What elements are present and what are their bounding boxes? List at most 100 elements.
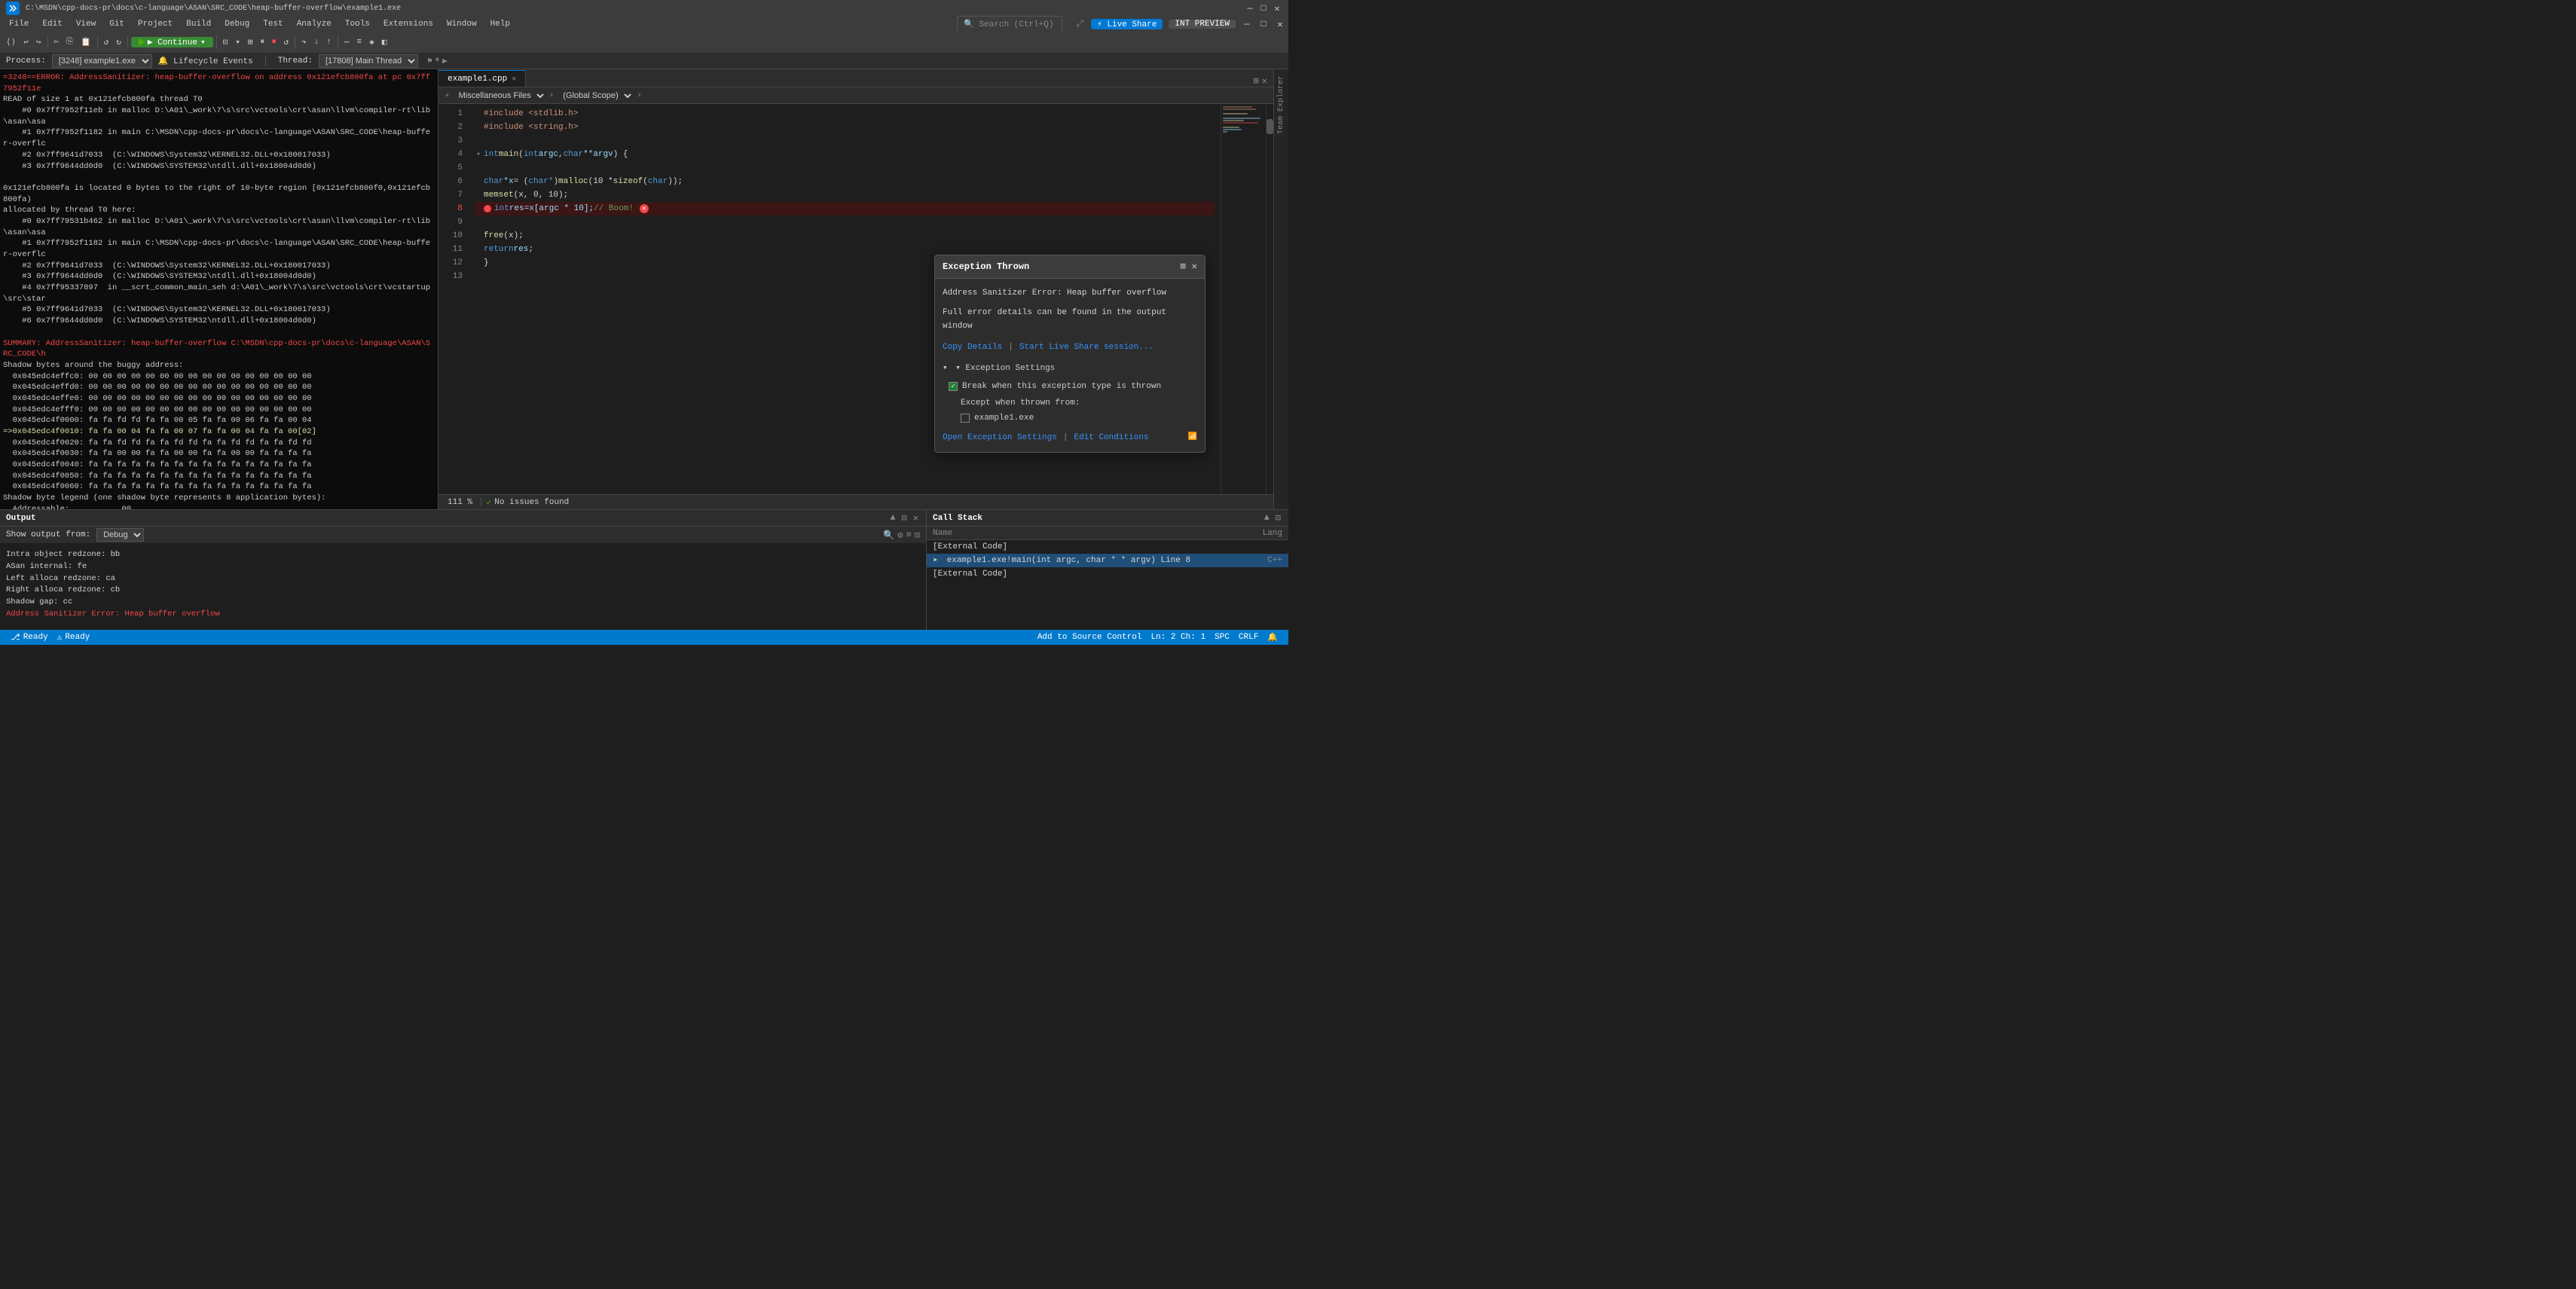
pause-thread-icon[interactable]: ⏸ (435, 56, 440, 66)
exception-close-button[interactable]: ✕ (1192, 260, 1197, 273)
toolbar-btn-redo[interactable]: ↻ (113, 34, 124, 50)
exception-checkbox-1[interactable]: ✓ (949, 382, 958, 391)
search-box[interactable]: 🔍 Search (Ctrl+Q) (957, 16, 1062, 32)
breadcrumb-files-select[interactable]: Miscellaneous Files (453, 89, 546, 102)
cs-row-external-1[interactable]: [External Code] (927, 540, 1288, 554)
output-action-2[interactable]: ⚙ (897, 530, 903, 541)
toolbar-debug-2[interactable]: ⊞ (245, 34, 256, 50)
menu-tools[interactable]: Tools (339, 17, 376, 32)
toolbar-btn-undo[interactable]: ↺ (101, 34, 112, 50)
live-share-button[interactable]: ⚡ Live Share (1091, 19, 1163, 29)
output-source-select[interactable]: Debug (96, 528, 144, 542)
toolbar-btn-cut[interactable]: ✂ (51, 34, 63, 50)
toolbar-restart[interactable]: ↺ (280, 34, 292, 50)
menu-project[interactable]: Project (132, 17, 179, 32)
vertical-scrollbar[interactable] (1266, 104, 1273, 494)
menu-test[interactable]: Test (257, 17, 289, 32)
output-panel-close[interactable]: ✕ (912, 512, 920, 524)
output-content[interactable]: Intra object redzone: bb ASan internal: … (0, 546, 926, 630)
team-explorer-tab[interactable]: Team Explorer (1276, 69, 1287, 140)
call-stack-btn-2[interactable]: ⊡ (1274, 512, 1282, 524)
zoom-level[interactable]: 111 % (445, 498, 475, 507)
toolbar-step-into[interactable]: ↓ (311, 34, 322, 50)
status-source-control[interactable]: ⎇ Ready (6, 632, 53, 643)
settings-chevron-icon[interactable]: ▾ (943, 364, 948, 373)
status-crlf[interactable]: CRLF (1234, 632, 1263, 643)
menu-window[interactable]: Window (441, 17, 483, 32)
toolbar-extra-1[interactable]: ⋯ (341, 34, 353, 50)
minimap-content (1221, 104, 1266, 135)
tab-close-button[interactable]: ✕ (512, 75, 516, 84)
output-panel-btn-1[interactable]: ▲ (888, 512, 897, 524)
start-live-share-link[interactable]: Start Live Share session... (1019, 341, 1154, 354)
menu-file[interactable]: File (3, 17, 35, 32)
terminal-line: #0 0x7ff79531b462 in malloc D:\A01\_work… (3, 216, 435, 238)
toolbar-extra-2[interactable]: ≡ (354, 34, 365, 50)
output-panel-btn-2[interactable]: ⊡ (900, 512, 909, 524)
cs-row-external-2[interactable]: [External Code] (927, 567, 1288, 581)
close-button[interactable]: ✕ (1272, 3, 1282, 14)
continue-button[interactable]: ▶ Continue ▾ (131, 37, 213, 47)
toolbar-pause[interactable]: ⏸ (257, 34, 267, 50)
toolbar-debug-dropdown[interactable]: ▾ (232, 34, 243, 50)
resume-icon[interactable]: ▶ (442, 56, 448, 66)
open-exception-settings-link[interactable]: Open Exception Settings (943, 431, 1057, 444)
menu-git[interactable]: Git (103, 17, 130, 32)
title-minimize-button[interactable]: — (1242, 19, 1252, 29)
title-maximize-button[interactable]: □ (1258, 19, 1269, 29)
toolbar-extra-3[interactable]: ◈ (366, 34, 377, 50)
flag-icon[interactable]: ⚑ (427, 56, 432, 66)
menu-help[interactable]: Help (484, 17, 516, 32)
toolbar-btn-copy[interactable]: ⎘ (63, 34, 76, 50)
menu-debug[interactable]: Debug (218, 17, 255, 32)
status-ready[interactable]: ⚠ Ready (53, 632, 95, 643)
toolbar-btn-paste[interactable]: 📋 (78, 34, 94, 50)
cs-row-main[interactable]: ➤ example1.exe!main(int argc, char * * a… (927, 554, 1288, 567)
menu-build[interactable]: Build (180, 17, 217, 32)
toolbar-debug-1[interactable]: ⊡ (220, 34, 231, 50)
status-add-source[interactable]: Add to Source Control (1033, 632, 1147, 643)
code-area[interactable]: 1 2 3 4 5 6 7 8 9 10 11 12 13 #include <… (439, 104, 1273, 494)
code-content[interactable]: #include <stdlib.h> #include <string.h> … (469, 104, 1221, 494)
breakpoint-dot[interactable] (484, 205, 491, 212)
toolbar-btn-3[interactable]: ↪ (33, 34, 44, 50)
copy-details-link[interactable]: Copy Details (943, 341, 1002, 354)
toolbar-step-out[interactable]: ↑ (323, 34, 335, 50)
edit-conditions-link[interactable]: Edit Conditions (1074, 431, 1148, 444)
scrollbar-thumb[interactable] (1267, 119, 1273, 134)
status-ln-ch[interactable]: Ln: 2 Ch: 1 (1146, 632, 1210, 643)
status-notif[interactable]: 🔔 (1263, 632, 1282, 643)
continue-dropdown-icon[interactable]: ▾ (200, 37, 206, 47)
menu-analyze[interactable]: Analyze (291, 17, 338, 32)
breadcrumb-scope-select[interactable]: (Global Scope) (557, 89, 634, 102)
thread-select[interactable]: [17808] Main Thread (319, 54, 418, 68)
call-stack-btn-1[interactable]: ▲ (1263, 512, 1271, 524)
terminal-panel[interactable]: =3248==ERROR: AddressSanitizer: heap-buf… (0, 69, 439, 509)
close-editors-icon[interactable]: ✕ (1262, 75, 1267, 87)
exception-checkbox-2[interactable] (961, 414, 970, 423)
tab-example1-cpp[interactable]: example1.cpp ✕ (439, 70, 526, 87)
process-select[interactable]: [3248] example1.exe (52, 54, 152, 68)
toolbar-step-over[interactable]: ↷ (298, 34, 310, 50)
output-action-3[interactable]: ≡ (906, 530, 912, 541)
title-close-button[interactable]: ✕ (1275, 19, 1285, 29)
split-editor-icon[interactable]: ⊞ (1254, 75, 1259, 87)
toolbar-extra-4[interactable]: ◧ (379, 34, 390, 50)
minimize-button[interactable]: — (1245, 3, 1255, 14)
call-stack-table[interactable]: [External Code] ➤ example1.exe!main(int … (927, 540, 1288, 630)
output-action-4[interactable]: ⊡ (915, 530, 920, 541)
int-preview-button[interactable]: INT PREVIEW (1169, 20, 1236, 29)
exception-pin-button[interactable]: ⊞ (1181, 260, 1186, 273)
toolbar-stop[interactable]: ⏹ (269, 34, 280, 50)
status-spc[interactable]: SPC (1210, 632, 1234, 643)
lifecycle-events-btn[interactable]: 🔔 Lifecycle Events (158, 56, 253, 66)
menu-view[interactable]: View (70, 17, 102, 32)
terminal-line: Addressable: 00 (3, 504, 435, 509)
menu-extensions[interactable]: Extensions (377, 17, 439, 32)
expand-icon[interactable]: ⤢ (1074, 19, 1085, 29)
output-action-1[interactable]: 🔍 (883, 530, 894, 541)
menu-edit[interactable]: Edit (36, 17, 68, 32)
toolbar-btn-1[interactable]: ⟨⟩ (3, 34, 19, 50)
maximize-button[interactable]: □ (1258, 3, 1269, 14)
toolbar-btn-2[interactable]: ↩ (20, 34, 32, 50)
